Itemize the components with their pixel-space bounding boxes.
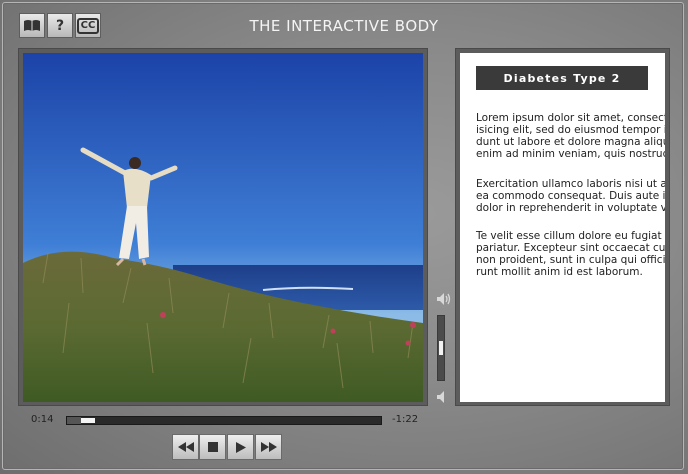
volume-slider[interactable] (437, 315, 445, 381)
rewind-button[interactable] (172, 434, 199, 460)
seek-bar[interactable] (66, 416, 382, 425)
paragraph-2: Exercitation ullamco laboris nisi ut ali… (476, 178, 665, 214)
panel-title: Diabetes Type 2 (476, 66, 648, 90)
paragraph-3: Te velit esse cillum dolore eu fugiat nu… (476, 230, 665, 278)
remaining-time: -1:22 (392, 414, 419, 425)
window-title: THE INTERACTIVE BODY (249, 17, 439, 35)
volume-slider-handle[interactable] (439, 341, 443, 355)
video-player[interactable] (23, 53, 423, 402)
fast-forward-icon (260, 442, 277, 452)
seek-bar-progress (67, 417, 81, 424)
paragraph-1: Lorem ipsum dolor sit amet, consectetur … (476, 112, 665, 160)
volume-up-icon[interactable] (436, 292, 452, 306)
volume-down-icon[interactable] (436, 390, 452, 404)
stop-button[interactable] (199, 434, 226, 460)
current-time: 0:14 (31, 414, 54, 425)
transcript-panel: Diabetes Type 2 Lorem ipsum dolor sit am… (460, 53, 665, 402)
play-button[interactable] (227, 434, 254, 460)
fast-forward-button[interactable] (255, 434, 282, 460)
seek-bar-handle[interactable] (81, 418, 95, 423)
play-icon (235, 441, 246, 453)
rewind-icon (177, 442, 194, 452)
stop-icon (207, 442, 218, 452)
video-frame-image (23, 53, 423, 402)
